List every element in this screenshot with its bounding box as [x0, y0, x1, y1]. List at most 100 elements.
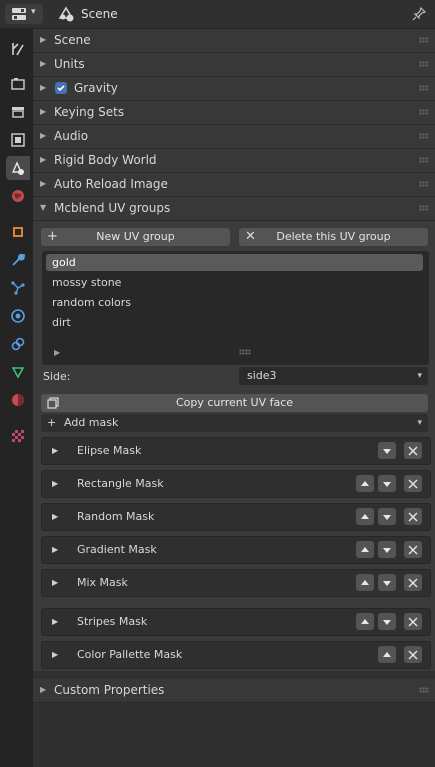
- move-down-button[interactable]: [378, 508, 396, 525]
- remove-mask-button[interactable]: [404, 442, 422, 459]
- remove-mask-button[interactable]: [404, 574, 422, 591]
- move-up-button[interactable]: [378, 646, 396, 663]
- mask-rectangle[interactable]: ▶ Rectangle Mask: [41, 470, 431, 498]
- move-up-button[interactable]: [356, 613, 374, 630]
- mask-color-pallette[interactable]: ▶ Color Pallette Mask: [41, 641, 431, 669]
- scene-tab[interactable]: [6, 156, 30, 180]
- remove-mask-button[interactable]: [404, 613, 422, 630]
- plus-icon: +: [47, 416, 57, 429]
- particles-tab[interactable]: [6, 276, 30, 300]
- particles-tab-icon: [11, 281, 25, 295]
- drag-handle-icon[interactable]: [419, 157, 429, 163]
- move-up-button[interactable]: [356, 574, 374, 591]
- uv-groups-panel-body: + New UV group ✕ Delete this UV group go…: [33, 221, 435, 671]
- panel-rigid-body-world[interactable]: ▶ Rigid Body World: [33, 149, 435, 173]
- pin-icon[interactable]: [411, 6, 427, 22]
- drag-handle-icon[interactable]: [419, 61, 429, 67]
- chevron-right-icon: ▶: [40, 155, 47, 164]
- chevron-right-icon[interactable]: ▶: [52, 512, 58, 521]
- panel-audio[interactable]: ▶ Audio: [33, 125, 435, 149]
- list-item[interactable]: dirt: [46, 314, 423, 331]
- uv-group-list[interactable]: gold mossy stone random colors dirt ▶: [42, 251, 429, 365]
- editor-type-button[interactable]: ▾: [5, 4, 43, 24]
- side-dropdown[interactable]: side3 ▾: [239, 367, 428, 385]
- move-down-button[interactable]: [378, 613, 396, 630]
- remove-mask-button[interactable]: [404, 508, 422, 525]
- chevron-right-icon[interactable]: ▶: [52, 545, 58, 554]
- panel-custom-properties[interactable]: ▶ Custom Properties: [33, 679, 435, 703]
- drag-handle-icon[interactable]: [419, 109, 429, 115]
- triangle-up-icon: [361, 546, 369, 552]
- drag-handle-icon[interactable]: [419, 37, 429, 43]
- modifier-tab[interactable]: [6, 248, 30, 272]
- constraints-tab[interactable]: [6, 332, 30, 356]
- drag-handle-icon[interactable]: [419, 181, 429, 187]
- list-item[interactable]: gold: [46, 254, 423, 271]
- header-title: Scene: [81, 7, 118, 21]
- chevron-right-icon[interactable]: ▶: [54, 348, 60, 357]
- move-down-button[interactable]: [378, 442, 396, 459]
- panel-mcblend-uv-groups[interactable]: ▼ Mcblend UV groups: [33, 197, 435, 221]
- data-tab[interactable]: [6, 360, 30, 384]
- triangle-down-icon: [383, 619, 391, 625]
- chevron-right-icon[interactable]: ▶: [52, 578, 58, 587]
- view-layer-tab[interactable]: [6, 128, 30, 152]
- drag-handle-icon[interactable]: [419, 85, 429, 91]
- material-tab[interactable]: [6, 388, 30, 412]
- panel-units[interactable]: ▶ Units: [33, 53, 435, 77]
- object-tab[interactable]: [6, 220, 30, 244]
- view-layer-tab-icon: [11, 133, 25, 147]
- panel-label: Audio: [54, 129, 89, 143]
- chevron-right-icon[interactable]: ▶: [52, 617, 58, 626]
- move-down-button[interactable]: [378, 475, 396, 492]
- move-up-button[interactable]: [356, 475, 374, 492]
- panel-auto-reload-image[interactable]: ▶ Auto Reload Image: [33, 173, 435, 197]
- close-icon: [408, 446, 418, 455]
- remove-mask-button[interactable]: [404, 475, 422, 492]
- gravity-checkbox[interactable]: [55, 82, 67, 94]
- panel-scene[interactable]: ▶ Scene: [33, 29, 435, 53]
- texture-tab[interactable]: [6, 424, 30, 448]
- copy-uv-face-button[interactable]: Copy current UV face: [41, 394, 428, 412]
- close-icon: [408, 479, 418, 488]
- panel-gravity[interactable]: ▶ Gravity: [33, 77, 435, 101]
- scene-icon: [58, 6, 74, 22]
- render-tab[interactable]: [6, 72, 30, 96]
- triangle-up-icon: [383, 651, 391, 657]
- panel-label: Rigid Body World: [54, 153, 157, 167]
- checkmark-icon: [57, 85, 65, 92]
- chevron-right-icon[interactable]: ▶: [52, 446, 58, 455]
- new-uv-group-button[interactable]: + New UV group: [41, 228, 230, 246]
- remove-mask-button[interactable]: [404, 541, 422, 558]
- physics-tab[interactable]: [6, 304, 30, 328]
- move-down-button[interactable]: [378, 541, 396, 558]
- mask-random[interactable]: ▶ Random Mask: [41, 503, 431, 531]
- panel-keying-sets[interactable]: ▶ Keying Sets: [33, 101, 435, 125]
- chevron-right-icon[interactable]: ▶: [52, 479, 58, 488]
- list-item[interactable]: mossy stone: [46, 274, 423, 291]
- panel-label: Custom Properties: [54, 683, 165, 697]
- add-mask-menu[interactable]: + Add mask ▾: [41, 414, 428, 432]
- list-item[interactable]: random colors: [46, 294, 423, 311]
- copy-uv-face-label: Copy current UV face: [175, 396, 294, 409]
- world-tab[interactable]: [6, 184, 30, 208]
- drag-handle-icon[interactable]: [419, 687, 429, 693]
- move-down-button[interactable]: [378, 574, 396, 591]
- mask-mix[interactable]: ▶ Mix Mask: [41, 569, 431, 597]
- mask-elipse[interactable]: ▶ Elipse Mask: [41, 437, 431, 465]
- triangle-down-icon: [383, 448, 391, 454]
- resize-handle-icon[interactable]: [239, 349, 251, 355]
- delete-uv-group-button[interactable]: ✕ Delete this UV group: [239, 228, 428, 246]
- move-up-button[interactable]: [356, 541, 374, 558]
- mask-stripes[interactable]: ▶ Stripes Mask: [41, 608, 431, 636]
- copy-icon: [47, 397, 59, 409]
- remove-mask-button[interactable]: [404, 646, 422, 663]
- output-tab[interactable]: [6, 100, 30, 124]
- drag-handle-icon[interactable]: [419, 133, 429, 139]
- tool-tab[interactable]: [6, 37, 30, 61]
- mask-gradient[interactable]: ▶ Gradient Mask: [41, 536, 431, 564]
- move-up-button[interactable]: [356, 508, 374, 525]
- chevron-right-icon[interactable]: ▶: [52, 650, 58, 659]
- drag-handle-icon[interactable]: [419, 205, 429, 211]
- mask-label: Rectangle Mask: [77, 477, 164, 490]
